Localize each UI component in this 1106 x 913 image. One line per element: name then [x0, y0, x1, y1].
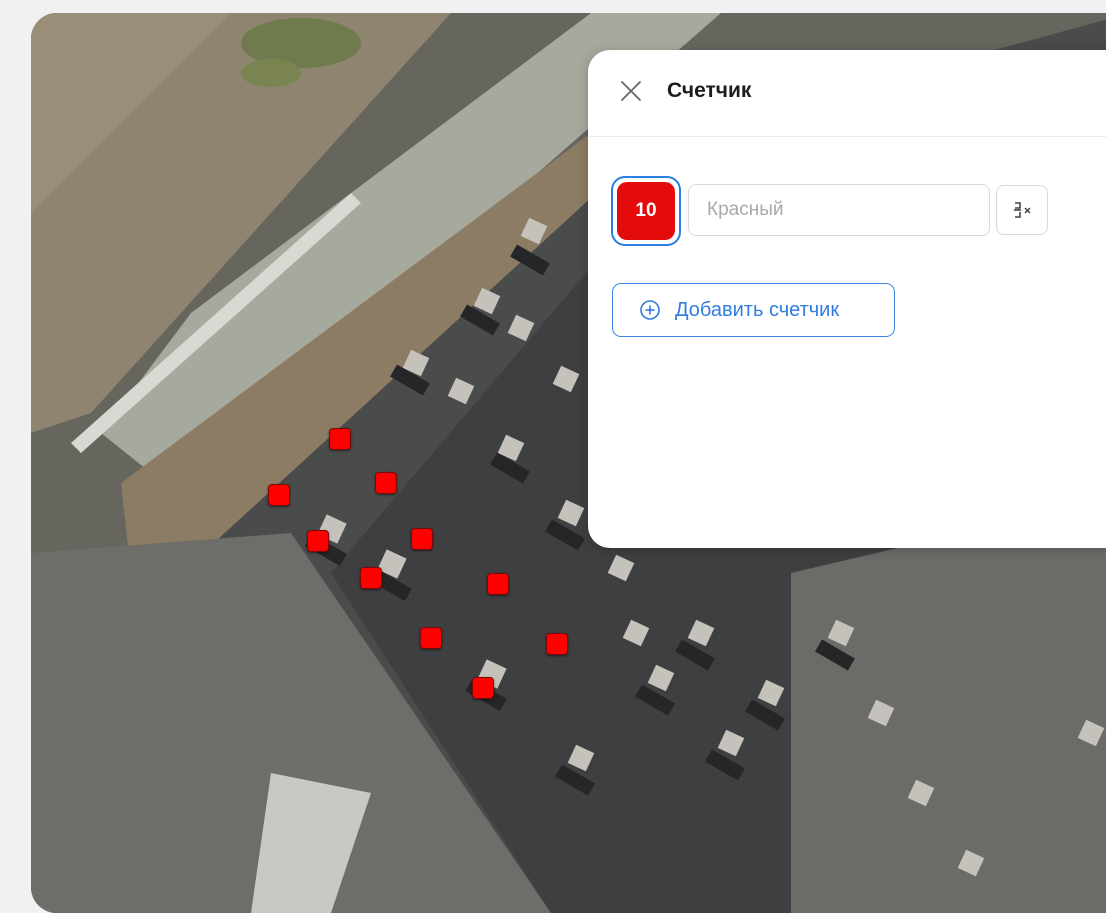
counter-marker[interactable] — [546, 633, 568, 655]
counter-marker[interactable] — [411, 528, 433, 550]
plus-circle-icon — [640, 300, 660, 320]
counter-marker[interactable] — [420, 627, 442, 649]
panel-header: Счетчик — [588, 50, 1106, 137]
counter-marker[interactable] — [375, 472, 397, 494]
close-icon[interactable] — [618, 78, 644, 104]
clear-format-button[interactable] — [996, 185, 1048, 235]
clear-format-icon — [1014, 202, 1031, 218]
panel-title: Счетчик — [667, 79, 752, 102]
counter-color-badge[interactable]: 10 — [611, 176, 681, 246]
counter-marker[interactable] — [268, 484, 290, 506]
counter-marker[interactable] — [360, 567, 382, 589]
counter-name-input[interactable] — [688, 184, 990, 236]
counter-marker[interactable] — [329, 428, 351, 450]
counter-marker[interactable] — [487, 573, 509, 595]
counter-marker[interactable] — [307, 530, 329, 552]
add-counter-label: Добавить счетчик — [675, 298, 840, 321]
add-counter-button[interactable]: Добавить счетчик — [612, 283, 895, 337]
counter-marker[interactable] — [472, 677, 494, 699]
counter-value: 10 — [617, 182, 675, 240]
counter-panel: Счетчик 10 Добавить счетчик — [588, 50, 1106, 548]
